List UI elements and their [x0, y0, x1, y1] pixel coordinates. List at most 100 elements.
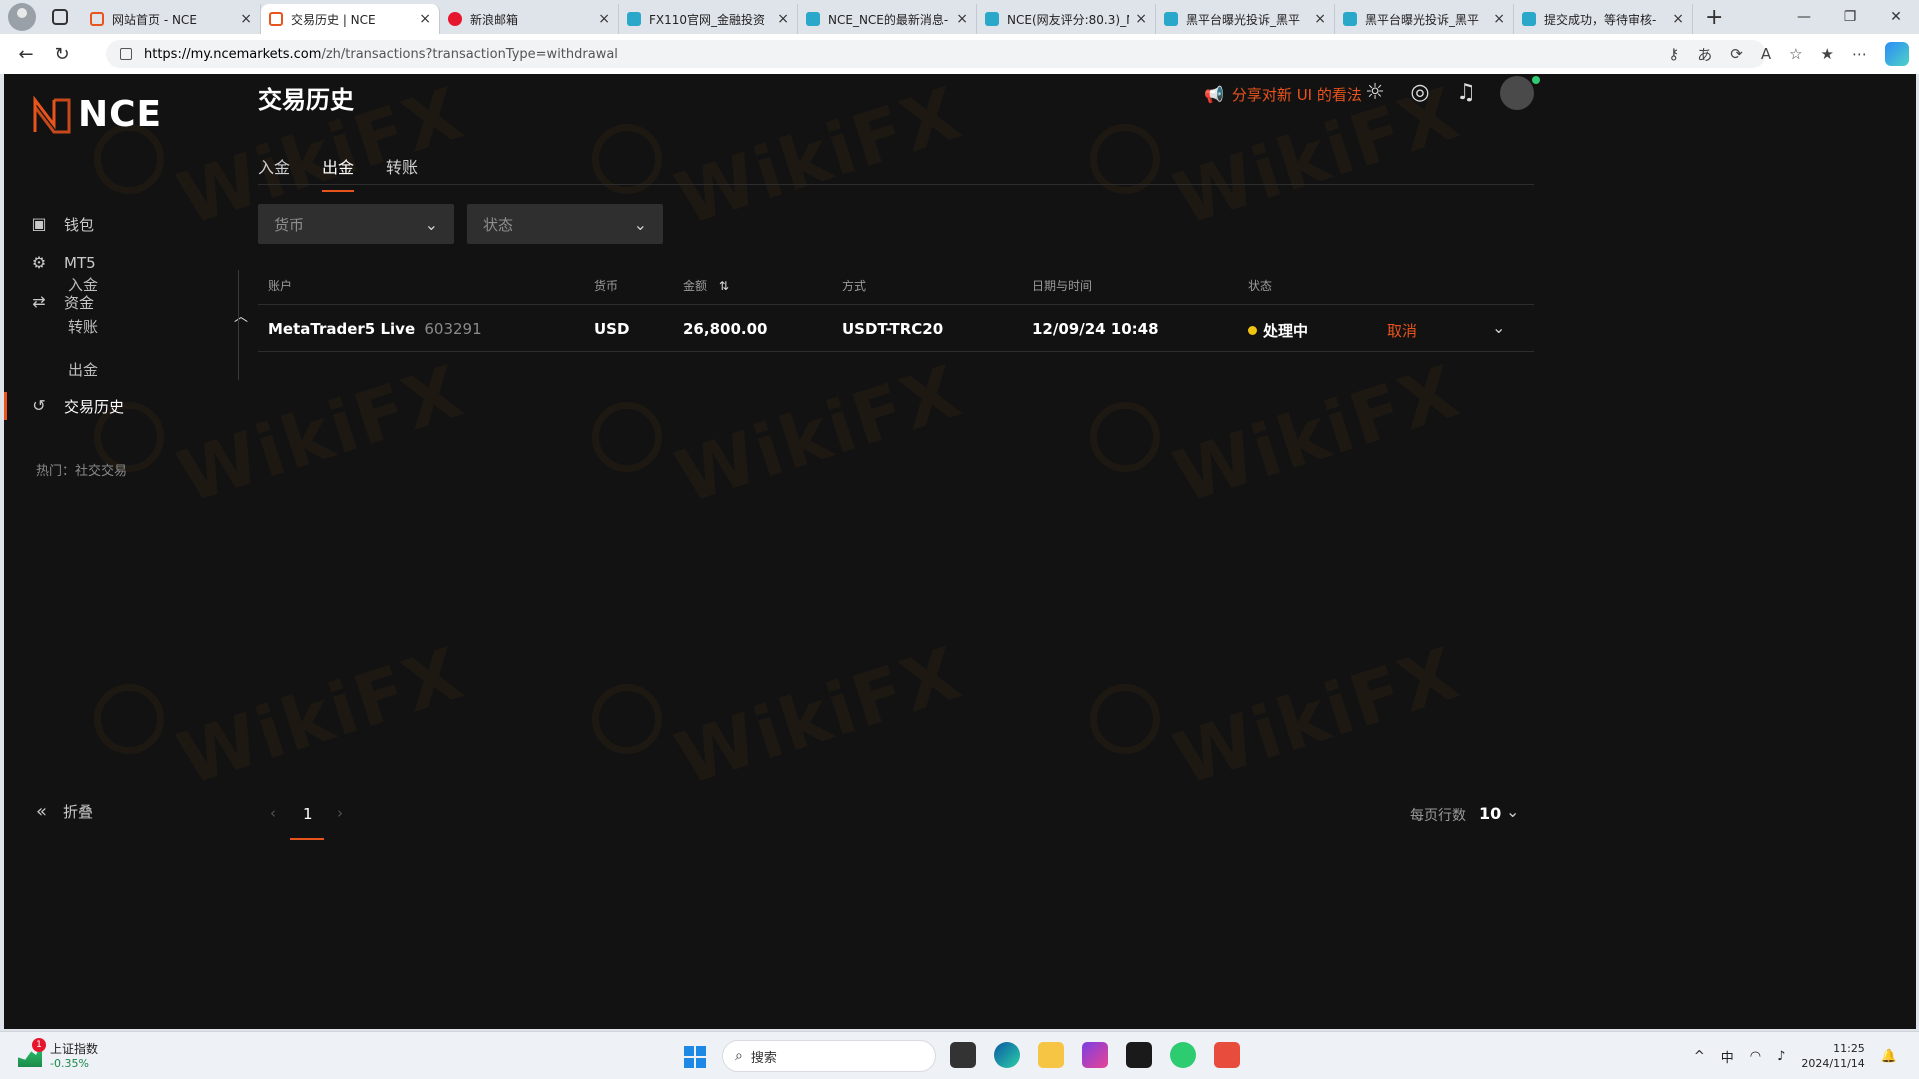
page-number[interactable]: 1	[303, 805, 313, 823]
new-tab-button[interactable]: +	[1705, 5, 1723, 30]
hot-link[interactable]: 热门：社交交易	[36, 460, 127, 479]
tab-deposit[interactable]: 入金	[258, 154, 290, 192]
sidebar-item-label: MT5	[64, 254, 96, 272]
browser-tab[interactable]: 新浪邮箱 ×	[440, 4, 619, 34]
browser-tab[interactable]: 黑平台曝光投诉_黑平 ×	[1156, 4, 1335, 34]
account-number: 603291	[424, 320, 482, 338]
next-page-icon[interactable]: ›	[337, 804, 343, 822]
close-tab-icon[interactable]: ×	[419, 11, 431, 27]
rows-per-page-label: 每页行数	[1410, 808, 1466, 824]
collapse-button[interactable]: « 折叠	[36, 801, 93, 822]
close-tab-icon[interactable]: ×	[1493, 11, 1505, 27]
status-select[interactable]: 状态 ⌄	[467, 204, 663, 244]
sidebar-item-transfer[interactable]: 转账	[68, 316, 98, 337]
chevron-up-icon[interactable]: ^	[1694, 1049, 1705, 1064]
profile-avatar[interactable]	[8, 3, 36, 31]
snipping-tool-icon[interactable]	[1214, 1042, 1240, 1068]
browser-tab[interactable]: 提交成功，等待审核- ×	[1514, 4, 1693, 34]
language-globe-icon[interactable]: ◎	[1407, 80, 1433, 106]
app-icon[interactable]	[1082, 1042, 1108, 1068]
stock-widget[interactable]: 1 上证指数 -0.35%	[18, 1038, 98, 1070]
taskbar-search[interactable]: ⌕ 搜索	[722, 1040, 936, 1072]
notification-badge: 1	[32, 1038, 46, 1052]
close-tab-icon[interactable]: ×	[240, 11, 252, 27]
share-feedback-label: 分享对新 UI 的看法	[1231, 86, 1362, 104]
browser-tab[interactable]: NCE_NCE的最新消息- ×	[798, 4, 977, 34]
sync-icon[interactable]: ⟳	[1730, 45, 1743, 63]
sidebar-item-history[interactable]: ↺ 交易历史	[4, 386, 274, 426]
transaction-type-tabs: 入金 出金 转账	[258, 154, 450, 192]
nce-icon	[269, 12, 283, 26]
close-tab-icon[interactable]: ×	[598, 11, 610, 27]
more-icon[interactable]: ⋯	[1852, 45, 1867, 63]
column-header-account: 账户	[268, 279, 293, 293]
close-tab-icon[interactable]: ×	[1314, 11, 1326, 27]
column-header-amount[interactable]: 金额 ⇅	[683, 277, 729, 294]
watermark: WikiFX	[1164, 348, 1470, 520]
double-chevron-left-icon: «	[36, 801, 48, 822]
wikifx-icon	[1522, 12, 1536, 26]
key-icon[interactable]: ⚷	[1668, 45, 1679, 63]
chevron-down-icon[interactable]: ⌄	[1492, 318, 1505, 337]
sidebar-item-withdraw[interactable]: 出金	[68, 359, 98, 380]
refresh-icon[interactable]: ↻	[44, 44, 80, 65]
read-aloud-icon[interactable]: A	[1761, 45, 1771, 63]
clock-time: 11:25	[1833, 1042, 1865, 1055]
close-tab-icon[interactable]: ×	[1135, 11, 1147, 27]
sidebar-item-label: 交易历史	[64, 397, 125, 416]
app-icon[interactable]	[1170, 1042, 1196, 1068]
ime-indicator[interactable]: 中	[1721, 1047, 1734, 1066]
browser-tab[interactable]: FX110官网_金融投资 ×	[619, 4, 798, 34]
tab-transfer[interactable]: 转账	[386, 154, 418, 192]
tab-actions-icon[interactable]	[52, 9, 68, 25]
minimize-icon[interactable]: —	[1781, 0, 1827, 34]
collapse-label: 折叠	[63, 803, 94, 821]
notification-icon[interactable]: 🔔	[1881, 1049, 1897, 1064]
back-icon[interactable]: ←	[8, 44, 44, 65]
close-window-icon[interactable]: ✕	[1873, 0, 1919, 34]
tab-withdraw[interactable]: 出金	[322, 154, 355, 192]
url-field[interactable]: https://my.ncemarkets.com/zh/transaction…	[106, 40, 1766, 68]
cancel-button[interactable]: 取消	[1387, 320, 1417, 341]
prev-page-icon[interactable]: ‹	[270, 804, 276, 822]
close-tab-icon[interactable]: ×	[1672, 11, 1684, 27]
theme-toggle-icon[interactable]: ☼	[1362, 80, 1388, 106]
volume-icon[interactable]: ♪	[1777, 1049, 1785, 1064]
notification-bell-icon[interactable]: ♫	[1453, 80, 1479, 106]
chevron-down-icon[interactable]: ⌄	[1506, 802, 1519, 821]
currency-select[interactable]: 货币 ⌄	[258, 204, 454, 244]
translate-icon[interactable]: あ	[1697, 44, 1712, 65]
browser-tab[interactable]: 交易历史 | NCE ×	[261, 4, 440, 34]
megaphone-icon: 📢	[1204, 85, 1224, 104]
nce-logo[interactable]: NCE	[32, 94, 162, 135]
favorites-icon[interactable]: ★	[1821, 45, 1834, 63]
watermark: WikiFX	[666, 630, 972, 802]
edge-browser-icon[interactable]	[994, 1042, 1020, 1068]
explorer-folder-icon[interactable]	[1038, 1042, 1064, 1068]
sidebar-item-mt5[interactable]: ⚙ MT5	[4, 243, 274, 283]
browser-tab-title: 提交成功，等待审核-	[1544, 12, 1657, 27]
nce-app-icon[interactable]	[1126, 1042, 1152, 1068]
clock[interactable]: 11:25 2024/11/14	[1801, 1041, 1864, 1071]
status-select-placeholder: 状态	[483, 215, 514, 234]
browser-tab[interactable]: 网站首页 - NCE ×	[82, 4, 261, 34]
windows-start-icon[interactable]	[684, 1046, 706, 1068]
user-avatar[interactable]	[1498, 74, 1542, 118]
browser-tab[interactable]: NCE(网友评分:80.3)_N ×	[977, 4, 1156, 34]
sidebar-item-deposit[interactable]: 入金	[68, 274, 98, 295]
close-tab-icon[interactable]: ×	[777, 11, 789, 27]
restore-icon[interactable]: ❐	[1827, 0, 1873, 34]
copilot-icon[interactable]	[1885, 42, 1909, 66]
chevron-up-icon[interactable]: ︿	[234, 306, 248, 326]
search-placeholder: 搜索	[750, 1050, 777, 1066]
transfer-arrows-icon: ⇄	[32, 292, 46, 311]
sidebar-item-wallet[interactable]: ▣ 钱包	[4, 204, 274, 244]
close-tab-icon[interactable]: ×	[956, 11, 968, 27]
wifi-icon[interactable]: ◠	[1750, 1049, 1761, 1064]
file-manager-icon[interactable]	[950, 1042, 976, 1068]
watermark-logo-icon	[1090, 402, 1160, 472]
favorite-star-icon[interactable]: ☆	[1789, 45, 1802, 63]
share-feedback-link[interactable]: 📢 分享对新 UI 的看法	[1204, 84, 1362, 105]
browser-tab[interactable]: 黑平台曝光投诉_黑平 ×	[1335, 4, 1514, 34]
rows-per-page-select[interactable]: 10	[1479, 804, 1501, 823]
